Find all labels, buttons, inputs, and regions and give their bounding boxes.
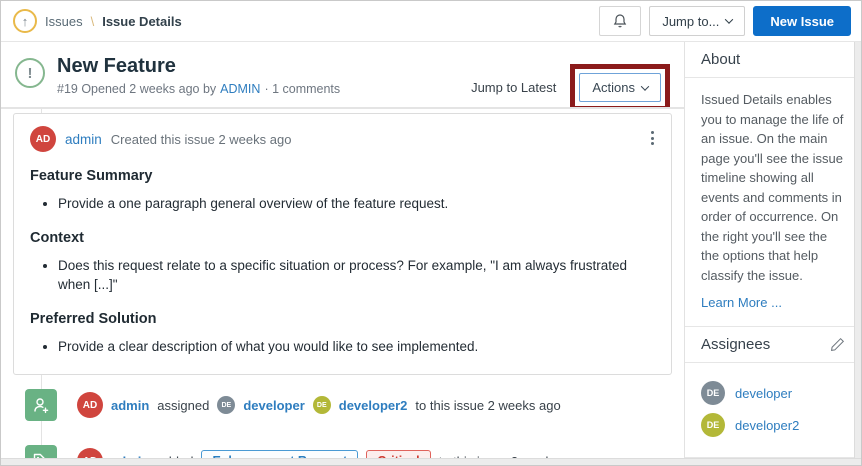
avatar: DE	[701, 413, 725, 437]
annotation-highlight-box: Actions	[570, 64, 670, 111]
breadcrumb-current-page: Issue Details	[102, 13, 182, 29]
avatar: DE	[217, 396, 236, 415]
comment-card: AD admin Created this issue 2 weeks ago …	[13, 113, 672, 376]
comment-section-heading: Preferred Solution	[30, 310, 157, 327]
right-sidebar: About Issued Details enables you to mana…	[684, 42, 861, 460]
app-window: ↑ Issues \ Issue Details Jump to... New …	[0, 0, 862, 466]
comment-section-heading: Context	[30, 229, 84, 246]
timeline-event-assigned: AD admin assigned DE developer DE develo…	[25, 389, 684, 422]
jump-to-latest-link[interactable]: Jump to Latest	[471, 80, 556, 95]
issue-author-link[interactable]: ADMIN	[220, 82, 260, 96]
breadcrumb-issues-link[interactable]: Issues	[45, 14, 83, 29]
comment-action-text: Created this issue 2 weeks ago	[110, 131, 292, 147]
horizontal-scrollbar-gutter[interactable]	[1, 458, 861, 465]
issue-title: New Feature	[57, 55, 176, 77]
avatar: DE	[701, 381, 725, 405]
vertical-scrollbar-gutter[interactable]	[854, 42, 861, 465]
assignee-row: DE developer2	[701, 413, 845, 437]
actions-label: Actions	[592, 80, 635, 95]
user-plus-icon	[25, 389, 57, 422]
issue-meta: #19 Opened 2 weeks ago by ADMIN · 1 comm…	[57, 82, 340, 96]
assignees-section: Assignees DE developer DE developer2	[685, 327, 861, 458]
main-content: ! New Feature #19 Opened 2 weeks ago by …	[1, 42, 684, 465]
event-assignee-link[interactable]: developer2	[339, 398, 408, 413]
learn-more-link[interactable]: Learn More ...	[701, 295, 782, 310]
comment-section-heading: Feature Summary	[30, 168, 153, 184]
event-assignee-link[interactable]: developer	[243, 398, 304, 413]
avatar: AD	[77, 392, 103, 419]
avatar: DE	[312, 396, 331, 415]
assignee-link[interactable]: developer2	[735, 418, 799, 433]
issue-open-status-icon: !	[15, 58, 45, 88]
breadcrumb-separator: \	[90, 13, 95, 29]
comment-author-link[interactable]: admin	[65, 132, 102, 147]
issue-header: ! New Feature #19 Opened 2 weeks ago by …	[1, 42, 684, 111]
about-text: Issued Details enables you to manage the…	[701, 92, 844, 283]
assignees-title: Assignees	[701, 336, 771, 353]
comment-bullet: Provide a one paragraph general overview…	[58, 194, 655, 214]
comment-menu-kebab-icon[interactable]	[648, 128, 657, 148]
event-verb: assigned	[157, 397, 210, 413]
topbar-actions: Jump to... New Issue	[599, 6, 851, 36]
chevron-down-icon	[725, 15, 734, 24]
new-issue-button[interactable]: New Issue	[753, 6, 851, 36]
back-arrow-up-icon[interactable]: ↑	[13, 9, 37, 33]
comment-bullet: Does this request relate to a specific s…	[58, 256, 655, 295]
chevron-down-icon	[640, 81, 650, 91]
jump-to-label: Jump to...	[662, 13, 720, 29]
assignee-row: DE developer	[701, 381, 845, 405]
jump-to-button[interactable]: Jump to...	[649, 6, 746, 36]
issue-meta-prefix: #19 Opened 2 weeks ago by	[57, 82, 217, 96]
event-actor-link[interactable]: admin	[111, 398, 149, 413]
timeline-region: AD admin Created this issue 2 weeks ago …	[1, 109, 684, 465]
avatar: AD	[30, 126, 56, 152]
about-section: About Issued Details enables you to mana…	[685, 42, 861, 327]
about-title: About	[685, 42, 861, 78]
issue-meta-suffix: · 1 comments	[264, 82, 341, 96]
comment-bullet: Provide a clear description of what you …	[58, 337, 655, 357]
top-bar: ↑ Issues \ Issue Details Jump to... New …	[1, 1, 861, 42]
bell-icon	[612, 13, 628, 29]
assignee-link[interactable]: developer	[735, 386, 792, 401]
event-suffix: to this issue 2 weeks ago	[415, 397, 561, 413]
notifications-button[interactable]	[599, 6, 642, 36]
breadcrumb: ↑ Issues \ Issue Details	[13, 9, 182, 33]
actions-button[interactable]: Actions	[579, 73, 661, 102]
edit-assignees-pencil-icon[interactable]	[830, 337, 845, 352]
